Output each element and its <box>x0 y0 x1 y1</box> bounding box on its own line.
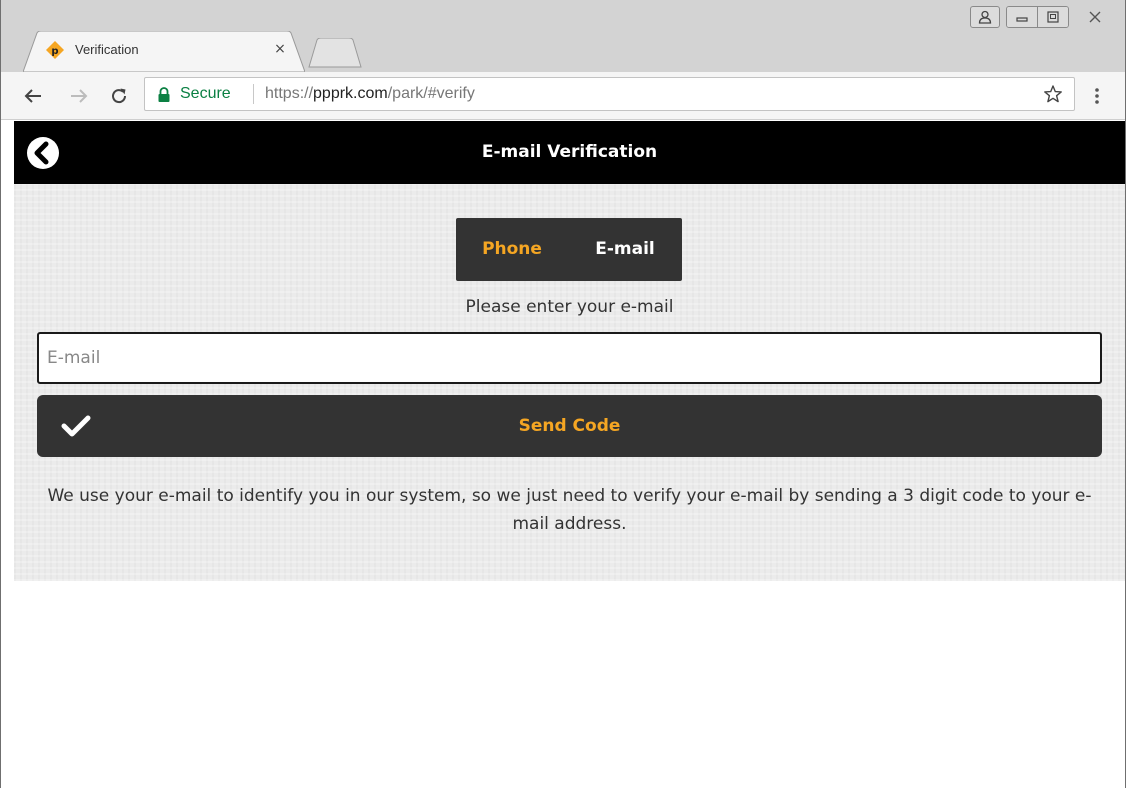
tab-shape <box>23 31 305 72</box>
web-page: E-mail Verification Phone E-mail Please … <box>14 121 1125 788</box>
tab-strip: p Verification × <box>1 0 1125 72</box>
url-text: https://ppprk.com/park/#verify <box>265 85 475 103</box>
address-bar[interactable]: Secure https://ppprk.com/park/#verify <box>144 77 1075 111</box>
url-path: /park/#verify <box>387 85 475 102</box>
parking-p-icon: p <box>46 41 64 59</box>
reload-button[interactable] <box>105 82 133 110</box>
browser-toolbar: Secure https://ppprk.com/park/#verify <box>1 72 1125 120</box>
browser-tab-verification[interactable]: p Verification × <box>23 31 305 72</box>
arrow-right-icon <box>71 89 88 103</box>
close-icon <box>1089 11 1101 23</box>
tab-title: Verification <box>75 42 139 57</box>
arrow-left-icon <box>24 89 41 103</box>
back-button[interactable] <box>19 82 47 110</box>
new-tab-button[interactable] <box>307 38 363 68</box>
tab-phone[interactable]: Phone <box>470 218 554 281</box>
verification-panel: Phone E-mail Please enter your e-mail Se… <box>14 184 1125 581</box>
maximize-button[interactable] <box>1037 7 1068 27</box>
page-title: E-mail Verification <box>481 142 658 162</box>
email-input[interactable] <box>37 332 1102 384</box>
window-close-button[interactable] <box>1073 6 1117 28</box>
profile-icon <box>978 10 992 24</box>
minimize-maximize-group <box>1006 6 1069 28</box>
kebab-menu-icon <box>1095 88 1099 104</box>
send-code-label: Send Code <box>518 416 621 436</box>
back-circle-icon[interactable] <box>26 136 60 170</box>
reload-icon <box>112 88 127 104</box>
maximize-icon <box>1047 11 1059 23</box>
info-text: We use your e-mail to identify you in ou… <box>47 486 1092 534</box>
forward-button[interactable] <box>65 82 93 110</box>
url-scheme: https:// <box>265 85 314 102</box>
lock-icon <box>157 87 171 107</box>
url-host: ppprk.com <box>313 85 388 102</box>
verification-method-toggle: Phone E-mail <box>456 218 682 281</box>
svg-text:p: p <box>51 46 58 57</box>
window-controls <box>964 5 1117 29</box>
app-header: E-mail Verification <box>14 121 1125 184</box>
browser-menu-button[interactable] <box>1089 84 1105 108</box>
tab-close-icon[interactable]: × <box>271 39 289 59</box>
minimize-button[interactable] <box>1007 7 1037 27</box>
profile-button[interactable] <box>970 6 1000 28</box>
email-prompt: Please enter your e-mail <box>465 297 674 317</box>
browser-window: p Verification × Secure https://ppprk.co… <box>0 0 1126 788</box>
tab-email[interactable]: E-mail <box>580 218 670 281</box>
secure-label: Secure <box>180 85 231 102</box>
address-separator <box>253 84 254 104</box>
bookmark-star-icon[interactable] <box>1044 85 1062 107</box>
minimize-icon <box>1016 17 1028 22</box>
send-code-button[interactable]: Send Code <box>37 395 1102 457</box>
